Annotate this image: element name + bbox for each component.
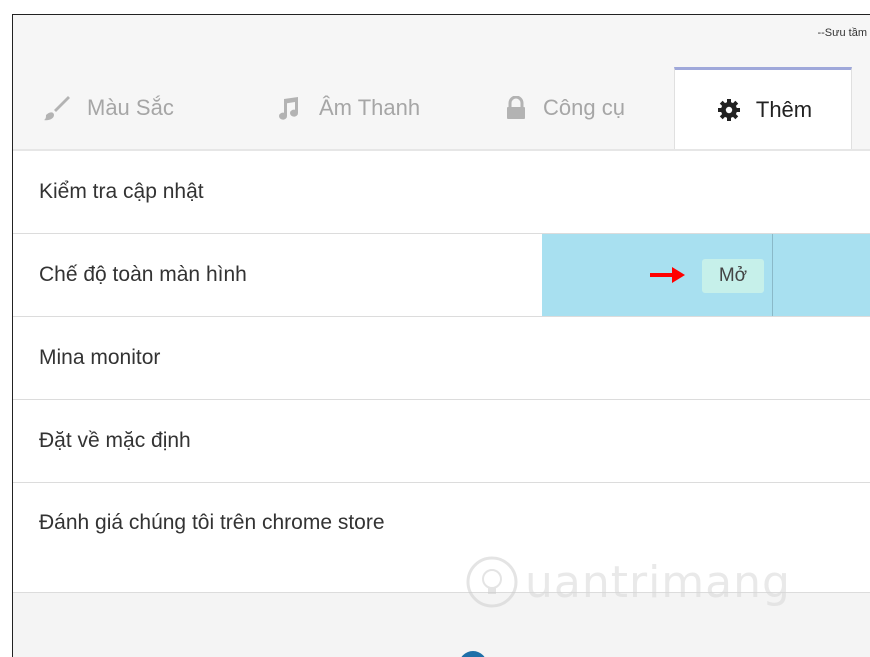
- list-item-check-update[interactable]: Kiểm tra cập nhật: [13, 151, 870, 234]
- list-item-fullscreen: Chế độ toàn màn hình Mở: [13, 234, 870, 317]
- list-item-label: Đặt về mặc định: [39, 429, 191, 452]
- lock-icon: [501, 93, 531, 123]
- tab-colors-label: Màu Sắc: [87, 95, 174, 120]
- music-note-icon: [273, 93, 303, 123]
- tab-colors[interactable]: Màu Sắc: [41, 67, 174, 149]
- watermark: uantrimang: [465, 555, 791, 609]
- divider: [772, 234, 773, 316]
- tab-more-label: Thêm: [755, 96, 813, 122]
- top-bar: --Sưu tầm: [13, 15, 870, 67]
- settings-list: Kiểm tra cập nhật Chế độ toàn màn hình M…: [13, 151, 870, 593]
- tab-tools[interactable]: Công cụ: [501, 67, 625, 149]
- tab-sound[interactable]: Âm Thanh: [273, 67, 420, 149]
- tab-more[interactable]: Thêm: [674, 67, 852, 149]
- list-item-label: Chế độ toàn màn hình: [39, 263, 247, 286]
- tab-tools-label: Công cụ: [543, 95, 625, 120]
- list-item-label: Đánh giá chúng tôi trên chrome store: [39, 511, 385, 534]
- list-item-reset-default[interactable]: Đặt về mặc định: [13, 400, 870, 483]
- watermark-text: uantrimang: [525, 556, 791, 608]
- list-item-label: Mina monitor: [39, 346, 161, 369]
- brush-icon: [41, 93, 71, 123]
- credit-text: --Sưu tầm: [817, 27, 867, 39]
- tab-bar: Màu Sắc Âm Thanh Công cụ Thêm: [13, 67, 870, 151]
- list-item-label: Kiểm tra cập nhật: [39, 180, 204, 203]
- open-fullscreen-button[interactable]: Mở: [702, 259, 764, 293]
- arrow-right-icon: [650, 266, 686, 289]
- highlight-panel: Mở: [542, 234, 870, 316]
- tab-sound-label: Âm Thanh: [319, 95, 421, 120]
- list-item-mina-monitor[interactable]: Mina monitor: [13, 317, 870, 400]
- status-dot: [459, 651, 487, 657]
- gear-icon: [714, 95, 744, 125]
- app-window: --Sưu tầm Màu Sắc Âm Thanh Công cụ Thêm …: [12, 14, 870, 657]
- watermark-logo-icon: [466, 556, 518, 608]
